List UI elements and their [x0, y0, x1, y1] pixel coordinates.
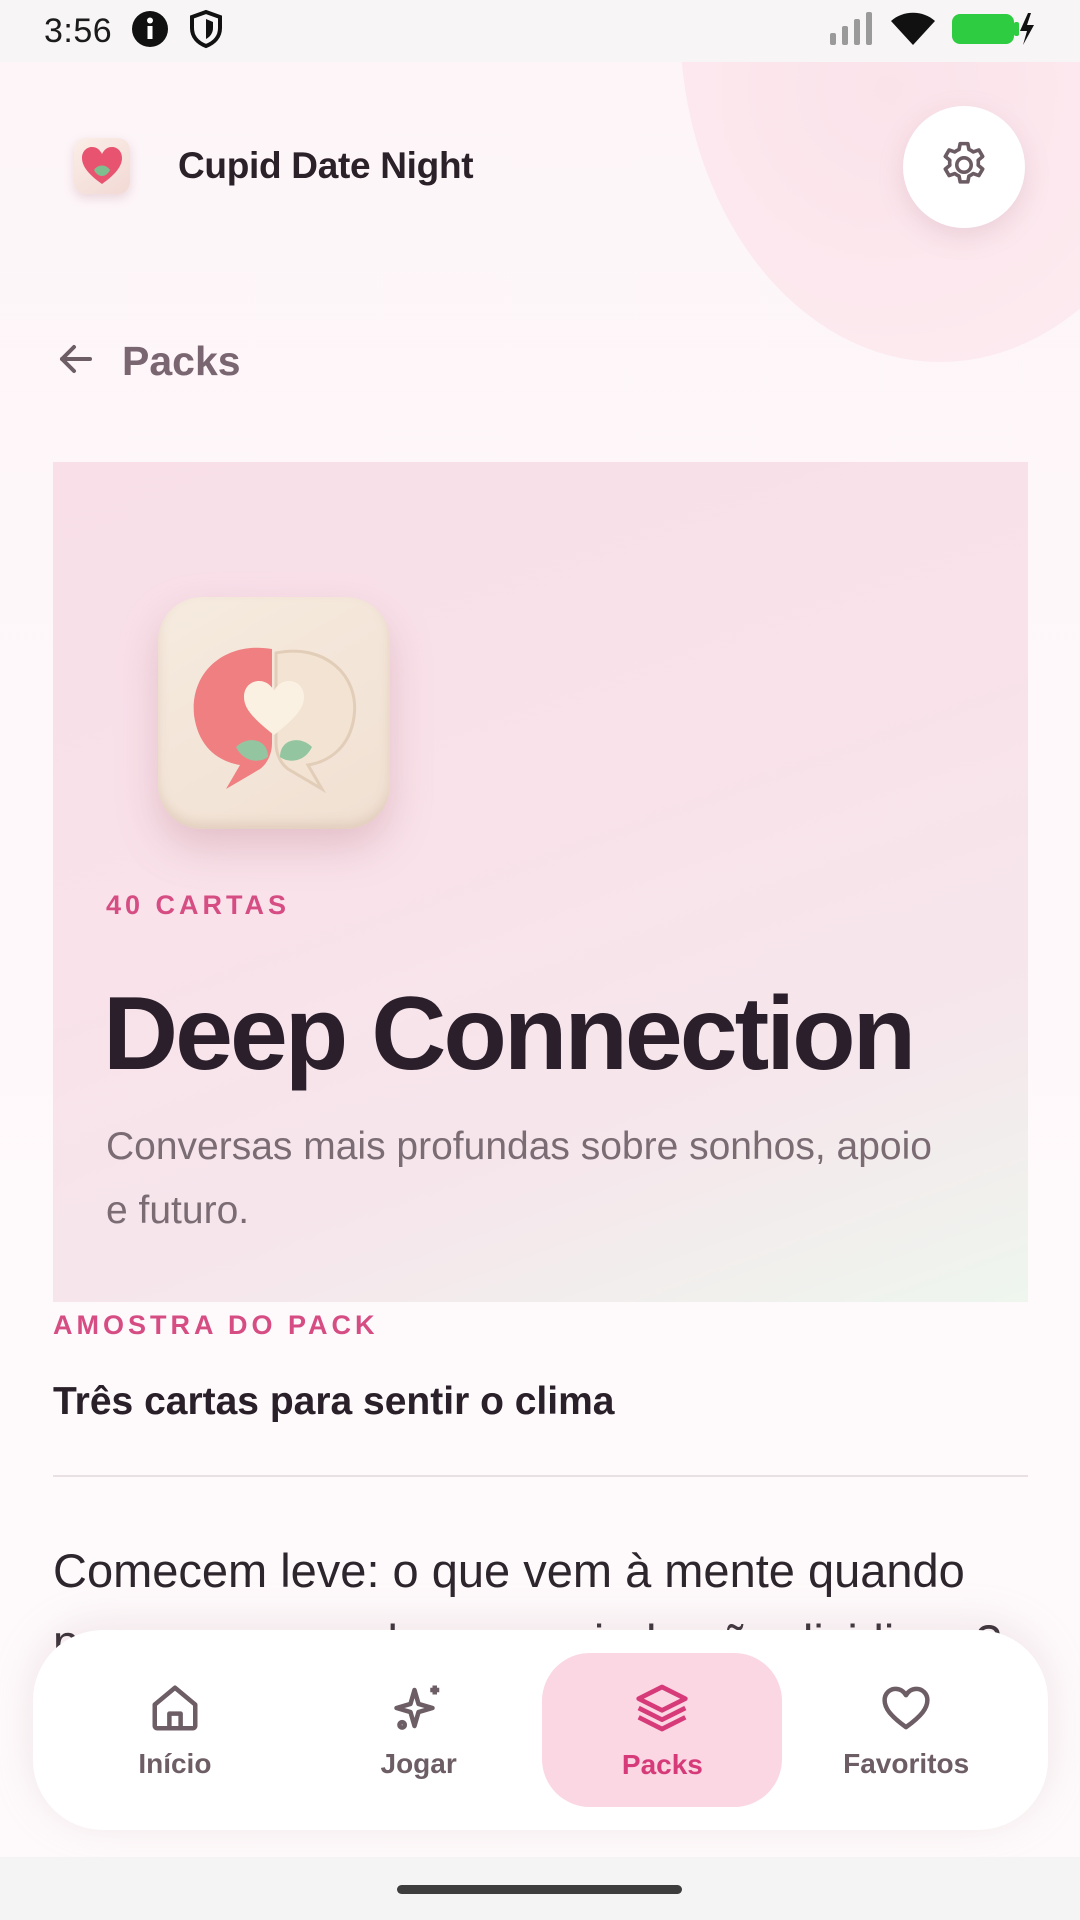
back-button[interactable]: Packs — [56, 338, 241, 385]
speech-hearts-icon — [158, 597, 390, 829]
info-icon — [130, 9, 170, 54]
app-bar: Cupid Date Night — [74, 138, 474, 194]
card-count-label: 40 CARTAS — [106, 890, 291, 920]
nav-item-favoritos[interactable]: Favoritos — [786, 1653, 1026, 1807]
heart-logo-icon — [74, 138, 130, 194]
pack-description: Conversas mais profundas sobre sonhos, a… — [106, 1125, 932, 1232]
nav-label-inicio: Início — [138, 1747, 212, 1779]
pack-hero-card: 40 CARTAS Deep Connection Conversas mais… — [53, 462, 1028, 1302]
home-icon — [148, 1681, 202, 1740]
sample-title: Três cartas para sentir o clima — [53, 1380, 615, 1423]
divider — [53, 1475, 1028, 1477]
wifi-icon — [890, 11, 936, 52]
layers-icon — [634, 1680, 690, 1741]
nav-item-packs[interactable]: Packs — [542, 1653, 783, 1807]
system-nav-bar — [0, 1857, 1080, 1920]
decorative-blob — [680, 62, 1080, 362]
nav-label-jogar: Jogar — [380, 1747, 457, 1779]
pack-title: Deep Connection — [103, 976, 916, 1092]
arrow-left-icon — [56, 339, 96, 384]
heart-outline-icon — [879, 1681, 933, 1740]
signal-icon — [828, 11, 876, 52]
sample-kicker: AMOSTRA DO PACK — [53, 1310, 379, 1340]
settings-button[interactable] — [903, 106, 1025, 228]
sparkle-icon — [392, 1681, 446, 1740]
nav-item-jogar[interactable]: Jogar — [299, 1653, 539, 1807]
nav-item-inicio[interactable]: Início — [55, 1653, 295, 1807]
status-time: 3:56 — [44, 11, 113, 50]
status-bar: 3:56 — [0, 0, 1080, 62]
back-label: Packs — [122, 338, 241, 384]
battery-charging-icon — [950, 9, 1036, 54]
shield-icon — [188, 9, 224, 54]
gear-icon — [937, 138, 991, 197]
home-indicator[interactable] — [397, 1885, 682, 1894]
nav-label-favoritos: Favoritos — [843, 1747, 970, 1779]
bottom-navigation: Início Jogar Packs Favoritos — [33, 1630, 1048, 1830]
app-title: Cupid Date Night — [178, 145, 474, 186]
nav-label-packs: Packs — [621, 1748, 703, 1780]
